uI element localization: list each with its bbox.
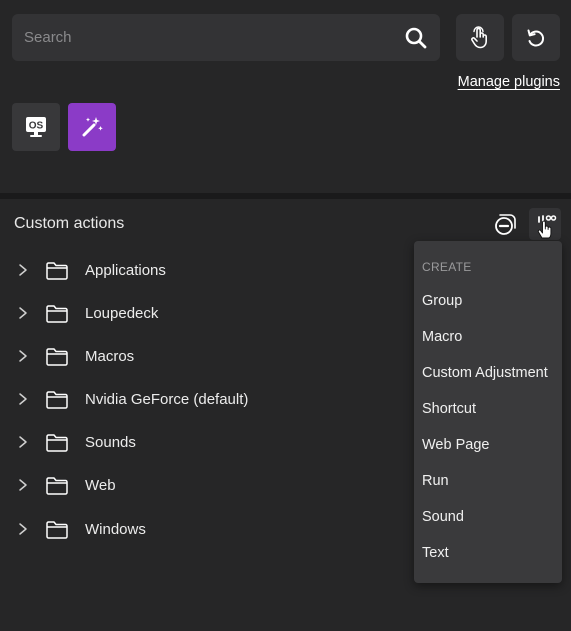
folder-row[interactable]: Nvidia GeForce (default) bbox=[0, 383, 400, 417]
folder-row[interactable]: Sounds bbox=[0, 426, 400, 460]
add-action-button[interactable] bbox=[529, 208, 561, 240]
chevron-right-icon[interactable] bbox=[16, 348, 30, 364]
menu-item-label: Macro bbox=[422, 329, 463, 345]
search-icon[interactable] bbox=[404, 26, 428, 50]
folder-label: Loupedeck bbox=[85, 305, 159, 322]
folder-row[interactable]: Web bbox=[0, 469, 400, 503]
search-box[interactable] bbox=[12, 14, 440, 61]
hand-pointer-icon bbox=[471, 25, 487, 48]
menu-item-label: Custom Adjustment bbox=[422, 365, 548, 381]
chevron-right-icon[interactable] bbox=[16, 477, 30, 493]
panel-divider bbox=[0, 193, 571, 199]
folder-label: Sounds bbox=[85, 434, 136, 451]
menu-item-macro[interactable]: Macro bbox=[414, 321, 562, 355]
folder-row[interactable]: Macros bbox=[0, 340, 400, 374]
folder-row[interactable]: Windows bbox=[0, 513, 400, 547]
menu-item-group[interactable]: Group bbox=[414, 285, 562, 319]
folder-label: Web bbox=[85, 477, 116, 494]
menu-item-text[interactable]: Text bbox=[414, 537, 562, 571]
menu-item-label: Text bbox=[422, 545, 449, 561]
refresh-icon bbox=[527, 29, 545, 47]
svg-text:OS: OS bbox=[29, 121, 44, 132]
menu-item-label: Shortcut bbox=[422, 401, 476, 417]
magic-wand-icon bbox=[82, 117, 103, 137]
plugin-tile-magic[interactable] bbox=[68, 103, 116, 151]
create-menu-header: CREATE bbox=[422, 260, 472, 274]
collapse-icon bbox=[495, 214, 516, 235]
collapse-button[interactable] bbox=[489, 208, 521, 240]
folder-row[interactable]: Applications bbox=[0, 254, 400, 288]
chevron-right-icon[interactable] bbox=[16, 391, 30, 407]
search-input[interactable] bbox=[24, 14, 394, 61]
folder-label: Windows bbox=[85, 521, 146, 538]
menu-item-label: Run bbox=[422, 473, 449, 489]
menu-item-custom-adjustment[interactable]: Custom Adjustment bbox=[414, 357, 562, 391]
add-action-icon bbox=[537, 215, 557, 239]
folder-label: Nvidia GeForce (default) bbox=[85, 391, 249, 408]
menu-item-shortcut[interactable]: Shortcut bbox=[414, 393, 562, 427]
os-monitor-icon: OS bbox=[26, 117, 46, 137]
menu-item-run[interactable]: Run bbox=[414, 465, 562, 499]
chevron-right-icon[interactable] bbox=[16, 521, 30, 537]
folder-row[interactable]: Loupedeck bbox=[0, 297, 400, 331]
chevron-right-icon[interactable] bbox=[16, 434, 30, 450]
chevron-right-icon[interactable] bbox=[16, 305, 30, 321]
custom-actions-title: Custom actions bbox=[14, 215, 125, 232]
menu-item-web-page[interactable]: Web Page bbox=[414, 429, 562, 463]
menu-item-label: Group bbox=[422, 293, 463, 309]
plugin-tile-os[interactable]: OS bbox=[12, 103, 60, 151]
folder-icon bbox=[46, 434, 68, 452]
folder-label: Applications bbox=[85, 262, 166, 279]
folder-icon bbox=[46, 262, 68, 280]
menu-item-label: Web Page bbox=[422, 437, 490, 453]
chevron-right-icon[interactable] bbox=[16, 262, 30, 278]
menu-item-label: Sound bbox=[422, 509, 464, 525]
refresh-button[interactable] bbox=[512, 14, 560, 61]
menu-item-sound[interactable]: Sound bbox=[414, 501, 562, 535]
folder-icon bbox=[46, 348, 68, 366]
folder-icon bbox=[46, 305, 68, 323]
folder-icon bbox=[46, 521, 68, 539]
folder-icon bbox=[46, 477, 68, 495]
touch-button[interactable] bbox=[456, 14, 504, 61]
folder-icon bbox=[46, 391, 68, 409]
folder-label: Macros bbox=[85, 348, 135, 365]
top-panel: Manage plugins OS bbox=[0, 0, 571, 193]
create-menu: CREATE Group Macro Custom Adjustment Sho… bbox=[414, 241, 562, 583]
manage-plugins-link[interactable]: Manage plugins bbox=[458, 74, 560, 90]
